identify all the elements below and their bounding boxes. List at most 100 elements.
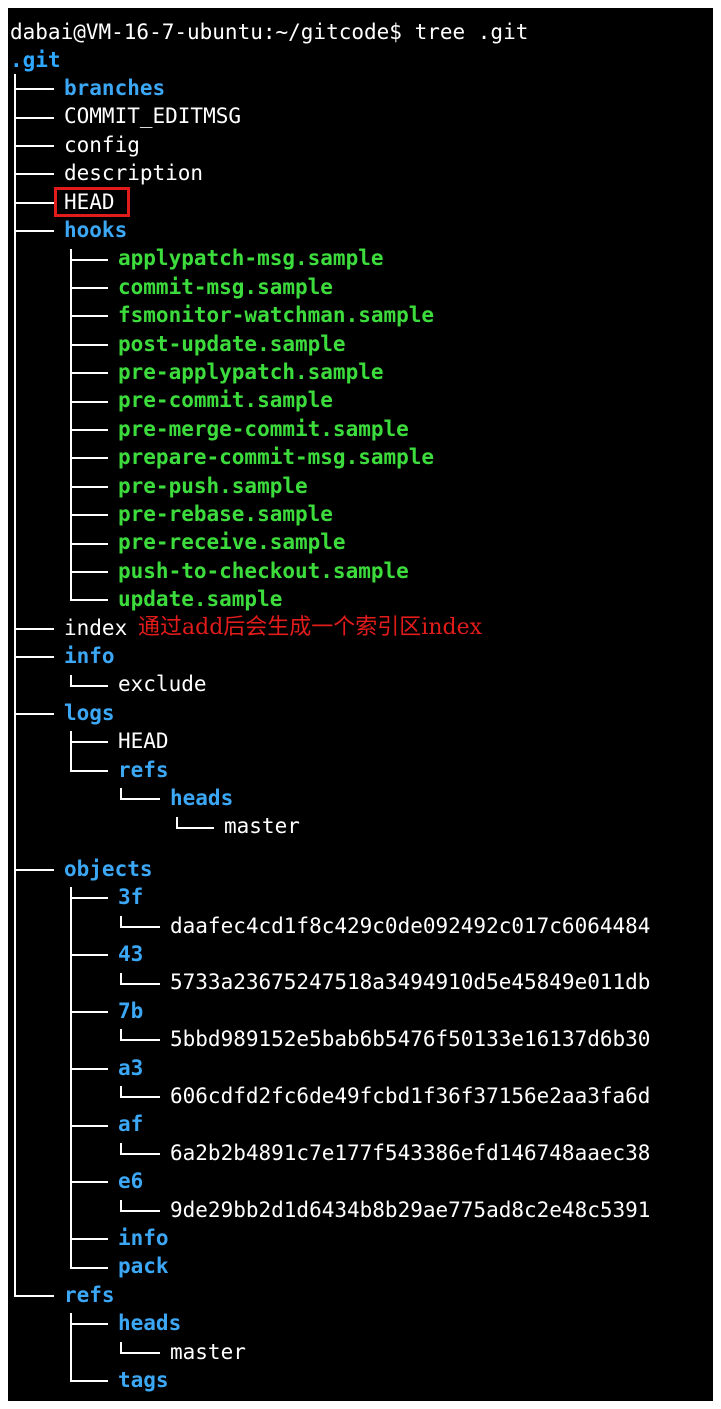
tree-connector — [120, 1352, 160, 1354]
tree-item-9de29bb2d1d6434b8b29ae775ad8c2e48c5391: 9de29bb2d1d6434b8b29ae775ad8c2e48c5391 — [170, 1198, 651, 1222]
tree-item-info: info — [118, 1226, 169, 1250]
tree-item-af: af — [118, 1112, 144, 1136]
tree-item-master: master — [170, 1340, 246, 1364]
tree-item-head: HEAD — [118, 729, 169, 753]
tree-vertical-connector — [120, 916, 122, 927]
tree-vertical-connector — [120, 1029, 122, 1040]
tree-connector — [70, 514, 108, 516]
tree-item-objects: objects — [64, 857, 153, 881]
tree-connector — [70, 1380, 108, 1382]
tree-connector — [120, 1096, 160, 1098]
tree-connector — [120, 798, 160, 800]
tree-item-daafec4cd1f8c429c0de092492c017c6064484: daafec4cd1f8c429c0de092492c017c6064484 — [170, 914, 651, 938]
tree-item-heads: heads — [118, 1311, 182, 1335]
tree-connector — [70, 1181, 108, 1183]
tree-vertical-connector — [70, 731, 72, 771]
tree-item-pre-merge-commit-sample: pre-merge-commit.sample — [118, 417, 409, 441]
tree-item-pre-push-sample: pre-push.sample — [118, 474, 308, 498]
tree-connector — [70, 685, 108, 687]
tree-connector — [14, 628, 54, 630]
tree-connector — [70, 1011, 108, 1013]
tree-item-branches: branches — [64, 76, 166, 100]
tree-connector — [120, 983, 160, 985]
tree-connector — [70, 259, 108, 261]
tree-connector — [70, 457, 108, 459]
tree-connector — [70, 741, 108, 743]
tree-connector — [120, 1210, 160, 1212]
tree-item-applypatch-msg-sample: applypatch-msg.sample — [118, 246, 384, 270]
annotation-text: 通过add后会生成一个索引区index — [138, 615, 482, 640]
tree-connector — [120, 926, 160, 928]
tree-item-5733a23675247518a3494910d5e45849e011db: 5733a23675247518a3494910d5e45849e011db — [170, 970, 651, 994]
tree-connector — [70, 344, 108, 346]
tree-item-tags: tags — [118, 1368, 169, 1392]
tree-item-info: info — [64, 644, 115, 668]
tree-connector — [14, 88, 54, 90]
tree-item-606cdfd2fc6de49fcbd1f36f37156e2aa3fa6d: 606cdfd2fc6de49fcbd1f36f37156e2aa3fa6d — [170, 1084, 651, 1108]
tree-connector — [14, 1295, 54, 1297]
terminal-window[interactable]: dabai@VM-16-7-ubuntu:~/gitcode$ tree .gi… — [8, 8, 713, 1401]
tree-item-pack: pack — [118, 1254, 169, 1278]
tree-connector — [14, 230, 54, 232]
tree-connector — [70, 1238, 108, 1240]
tree-connector — [14, 173, 54, 175]
tree-connector — [120, 1039, 160, 1041]
tree-connector — [70, 770, 108, 772]
tree-connector — [70, 1068, 108, 1070]
screenshot: dabai@VM-16-7-ubuntu:~/gitcode$ tree .gi… — [0, 0, 721, 1409]
tree-item-pre-receive-sample: pre-receive.sample — [118, 530, 346, 554]
tree-item-heads: heads — [170, 786, 234, 810]
tree-connector — [70, 1267, 108, 1269]
tree-connector — [70, 486, 108, 488]
tree-connector — [70, 401, 108, 403]
tree-vertical-connector — [120, 1143, 122, 1154]
tree-connector — [14, 145, 54, 147]
shell-prompt: dabai@VM-16-7-ubuntu:~/gitcode$ tree .gi… — [10, 20, 529, 44]
tree-item-push-to-checkout-sample: push-to-checkout.sample — [118, 559, 409, 583]
tree-item-index: index — [64, 616, 128, 640]
tree-item-commit-editmsg: COMMIT_EDITMSG — [64, 104, 242, 128]
tree-connector — [70, 1323, 108, 1325]
tree-item-5bbd989152e5bab6b5476f50133e16137d6b30: 5bbd989152e5bab6b5476f50133e16137d6b30 — [170, 1027, 651, 1051]
tree-item-e6: e6 — [118, 1169, 144, 1193]
tree-item-fsmonitor-watchman-sample: fsmonitor-watchman.sample — [118, 303, 435, 327]
tree-item-update-sample: update.sample — [118, 587, 283, 611]
tree-item-a3: a3 — [118, 1056, 144, 1080]
tree-vertical-connector — [14, 74, 16, 1296]
tree-vertical-connector — [70, 887, 72, 1268]
tree-item-master: master — [224, 814, 300, 838]
tree-item-description: description — [64, 161, 204, 185]
tree-vertical-connector — [176, 817, 178, 828]
tree-connector — [14, 869, 54, 871]
tree-item-refs: refs — [64, 1283, 115, 1307]
tree-item-pre-applypatch-sample: pre-applypatch.sample — [118, 360, 384, 384]
tree-connector — [70, 571, 108, 573]
tree-root: .git — [10, 48, 61, 72]
tree-vertical-connector — [120, 1342, 122, 1353]
tree-item-refs: refs — [118, 758, 169, 782]
tree-item-logs: logs — [64, 701, 115, 725]
tree-item-pre-commit-sample: pre-commit.sample — [118, 388, 333, 412]
tree-item-43: 43 — [118, 942, 144, 966]
tree-connector — [70, 599, 108, 601]
tree-connector — [120, 1153, 160, 1155]
tree-vertical-connector — [120, 973, 122, 984]
tree-item-commit-msg-sample: commit-msg.sample — [118, 275, 333, 299]
tree-connector — [70, 954, 108, 956]
tree-item-exclude: exclude — [118, 672, 207, 696]
tree-vertical-connector — [70, 249, 72, 600]
tree-connector — [70, 897, 108, 899]
tree-connector — [70, 1125, 108, 1127]
tree-item-hooks: hooks — [64, 218, 128, 242]
tree-vertical-connector — [120, 788, 122, 799]
tree-connector — [70, 543, 108, 545]
tree-vertical-connector — [120, 1200, 122, 1211]
tree-connector — [70, 287, 108, 289]
tree-vertical-connector — [120, 1086, 122, 1097]
tree-item-post-update-sample: post-update.sample — [118, 332, 346, 356]
highlight-box — [54, 187, 130, 217]
tree-item-config: config — [64, 133, 140, 157]
tree-vertical-connector — [70, 1313, 72, 1381]
tree-connector — [14, 656, 54, 658]
tree-item-7b: 7b — [118, 999, 144, 1023]
